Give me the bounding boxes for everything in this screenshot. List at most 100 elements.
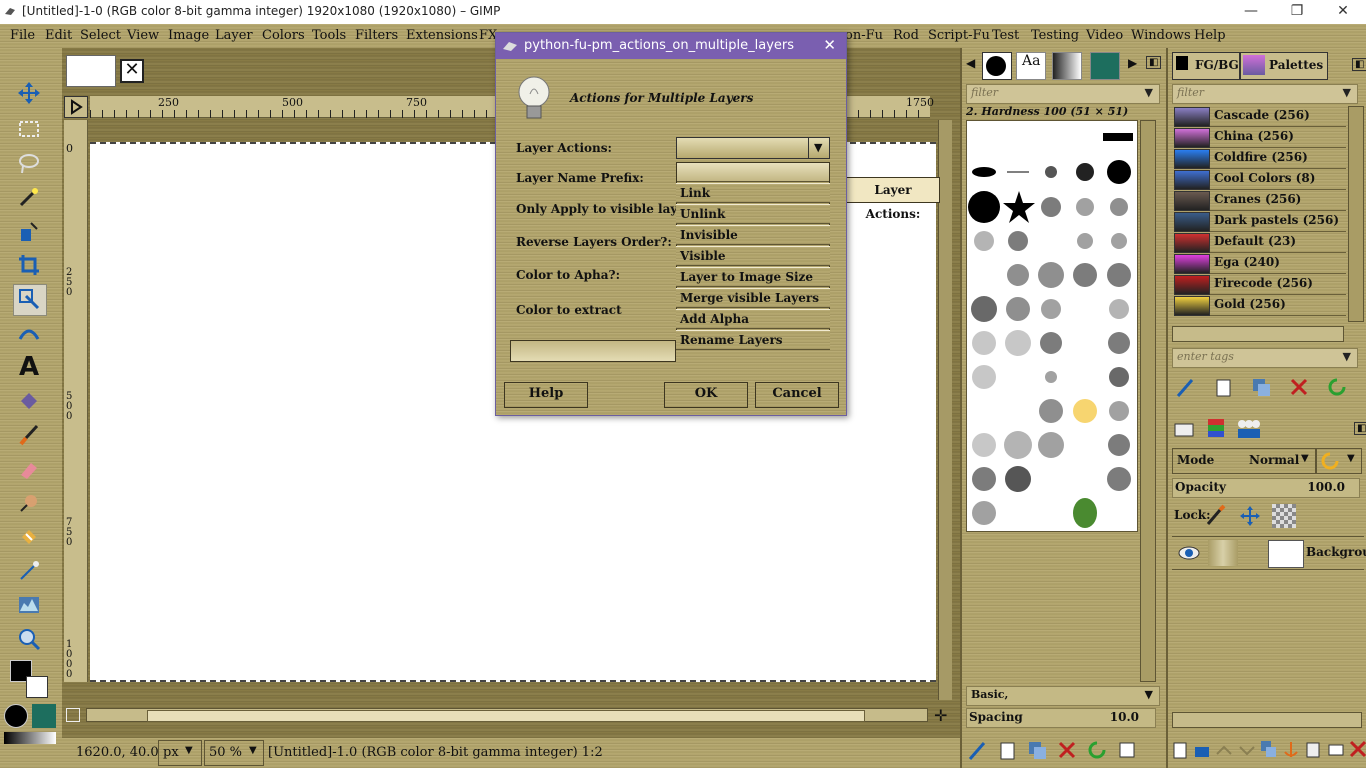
delete-layer-icon[interactable] (1348, 739, 1366, 761)
close-window-button[interactable]: ✕ (1320, 0, 1366, 24)
menu-extensions[interactable]: Extensions (406, 28, 478, 43)
raise-layer-icon[interactable] (1214, 739, 1233, 761)
option-merge-visible[interactable]: Merge visible Layers (676, 288, 830, 308)
palette-row[interactable]: Gold (256) (1174, 295, 1346, 316)
tab-brushes[interactable] (982, 52, 1012, 80)
open-as-image-icon[interactable] (1116, 739, 1138, 761)
delete-palette-icon[interactable] (1288, 376, 1312, 400)
spacing-slider[interactable]: Spacing 10.0 (966, 708, 1156, 728)
canvas-padding-icon[interactable] (66, 708, 80, 722)
menu-file[interactable]: File (10, 28, 35, 43)
background-color-swatch[interactable] (26, 676, 48, 698)
brush-scrollbar[interactable] (1140, 120, 1156, 682)
layer-name[interactable]: Background (1306, 545, 1366, 559)
horizontal-scrollbar[interactable] (86, 708, 928, 722)
move-tool-icon[interactable] (13, 78, 45, 108)
lock-alpha-icon[interactable] (1272, 504, 1296, 528)
fuzzy-select-icon[interactable] (13, 182, 45, 212)
restore-button[interactable]: ❐ (1274, 0, 1320, 24)
image-tab-thumbnail[interactable] (66, 55, 116, 87)
chain-toggle[interactable] (1208, 540, 1238, 566)
palette-row[interactable]: Cascade (256) (1174, 106, 1346, 127)
color-extract-button[interactable] (510, 340, 676, 362)
airbrush-icon[interactable] (13, 488, 45, 518)
quick-mask-icon[interactable] (64, 96, 88, 118)
palette-row[interactable]: Default (23) (1174, 232, 1346, 253)
eye-icon[interactable] (1176, 540, 1202, 566)
option-add-alpha[interactable]: Add Alpha (676, 309, 830, 329)
dock-menu-icon[interactable]: ◧ (1146, 56, 1162, 69)
minimize-button[interactable]: — (1228, 0, 1274, 24)
crop-icon[interactable] (13, 250, 45, 280)
menu-image[interactable]: Image (168, 28, 209, 43)
unit-select[interactable]: px ▼ (158, 740, 202, 766)
menu-layer[interactable]: Layer (215, 28, 253, 43)
menu-testing[interactable]: Testing (1031, 28, 1079, 43)
lower-layer-icon[interactable] (1237, 739, 1255, 761)
lock-position-icon[interactable] (1238, 504, 1262, 528)
dock-menu-icon[interactable]: ◧ (1354, 422, 1366, 435)
palette-row[interactable]: Dark pastels (256) (1174, 211, 1346, 232)
lock-pixels-icon[interactable] (1204, 504, 1228, 528)
duplicate-palette-icon[interactable] (1250, 376, 1274, 400)
text-tool-icon[interactable]: A (13, 352, 45, 382)
menu-help[interactable]: Help (1194, 28, 1226, 43)
menu-colors[interactable]: Colors (262, 28, 305, 43)
delete-brush-icon[interactable] (1056, 739, 1078, 761)
refresh-palettes-icon[interactable] (1326, 376, 1350, 400)
lasso-icon[interactable] (13, 148, 45, 178)
palette-row[interactable]: Cool Colors (8) (1174, 169, 1346, 190)
tab-patterns[interactable] (1090, 52, 1120, 80)
menu-select[interactable]: Select (80, 28, 121, 43)
menu-windows[interactable]: Windows (1131, 28, 1191, 43)
tab-layers-icon[interactable] (1172, 416, 1198, 442)
layer-row-background[interactable]: Background (1172, 536, 1366, 570)
palette-hscrollbar[interactable] (1172, 326, 1344, 342)
palette-row[interactable]: Coldfire (256) (1174, 148, 1346, 169)
layers-hscrollbar[interactable] (1172, 712, 1362, 728)
option-rename-layers[interactable]: Rename Layers (676, 330, 830, 350)
foreground-select-icon[interactable] (13, 216, 45, 246)
palette-row[interactable]: Firecode (256) (1174, 274, 1346, 295)
paintbrush-icon[interactable] (13, 420, 45, 450)
opacity-slider[interactable]: Opacity 100.0 (1172, 478, 1360, 498)
tab-fonts[interactable]: Aa (1016, 52, 1046, 80)
brush-preset-select[interactable]: Basic, ▼ (966, 686, 1160, 706)
menu-view[interactable]: View (127, 28, 159, 43)
eraser-icon[interactable] (13, 454, 45, 484)
close-tab-icon[interactable]: ✕ (120, 59, 144, 83)
option-unlink[interactable]: Unlink (676, 204, 830, 224)
edit-palette-icon[interactable] (1174, 376, 1198, 400)
mask-layer-icon[interactable] (1326, 739, 1344, 761)
palette-filter-input[interactable]: filter ▼ (1172, 84, 1358, 104)
menu-rod[interactable]: Rod (893, 28, 919, 43)
dock-menu-icon[interactable]: ◧ (1352, 58, 1366, 71)
new-layer-icon[interactable] (1170, 739, 1188, 761)
tab-paths-icon[interactable] (1236, 416, 1262, 442)
menu-video[interactable]: Video (1086, 28, 1123, 43)
refresh-brushes-icon[interactable] (1086, 739, 1108, 761)
palette-row[interactable]: Ega (240) (1174, 253, 1346, 274)
duplicate-brush-icon[interactable] (1026, 739, 1048, 761)
levels-icon[interactable] (13, 590, 45, 620)
brush-grid[interactable] (966, 120, 1138, 532)
heal-icon[interactable] (13, 522, 45, 552)
pattern-preview-icon[interactable] (32, 704, 56, 728)
close-icon[interactable]: ✕ (823, 36, 836, 54)
option-link[interactable]: Link (676, 183, 830, 203)
layer-mode-select[interactable]: Mode Normal ▼ (1172, 448, 1316, 474)
gradient-preview-icon[interactable] (4, 732, 56, 744)
new-layer-group-icon[interactable] (1192, 739, 1210, 761)
palette-scrollbar[interactable] (1348, 106, 1364, 322)
menu-python-fu[interactable]: on-Fu (845, 28, 883, 43)
duplicate-layer-icon[interactable] (1259, 739, 1277, 761)
bucket-fill-icon[interactable] (13, 386, 45, 416)
option-layer-to-image-size[interactable]: Layer to Image Size (676, 267, 830, 287)
brush-filter-input[interactable]: filter ▼ (966, 84, 1160, 104)
cancel-button[interactable]: Cancel (755, 382, 839, 408)
rect-select-icon[interactable] (13, 114, 45, 144)
help-button[interactable]: Help (504, 382, 588, 408)
brush-preview-icon[interactable] (4, 704, 28, 728)
warp-icon[interactable] (13, 318, 45, 348)
palette-row[interactable]: Cranes (256) (1174, 190, 1346, 211)
